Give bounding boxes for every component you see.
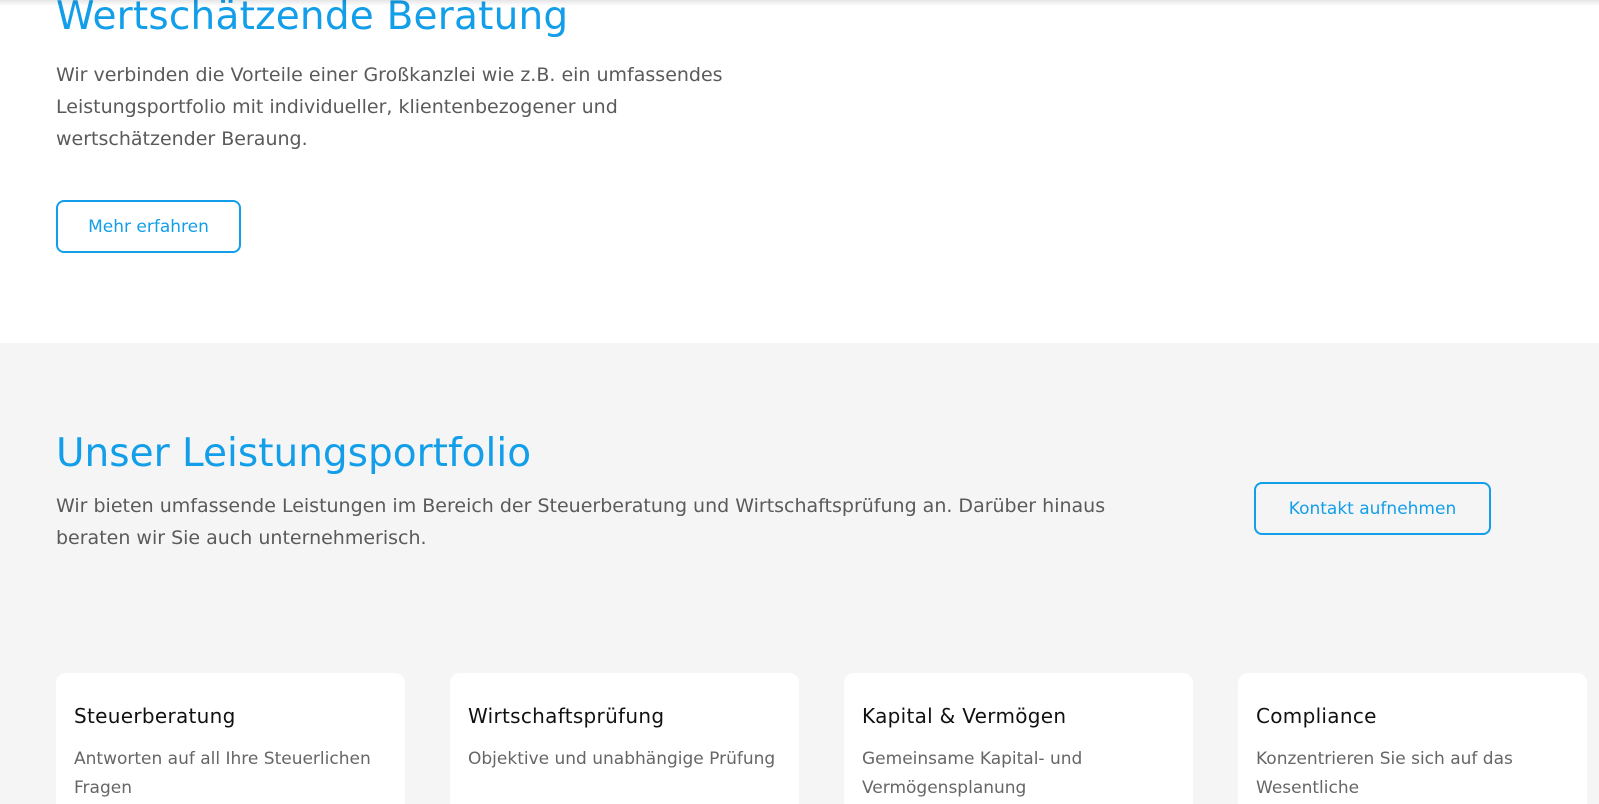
service-card-wirtschaftspruefung[interactable]: Wirtschaftsprüfung Objektive und unabhän…: [450, 673, 799, 804]
service-card-text: Antworten auf all Ihre Steuerlichen Frag…: [74, 749, 371, 798]
service-card-title: Wirtschaftsprüfung: [468, 704, 665, 728]
service-card-text: Objektive und unabhängige Prüfung: [468, 749, 776, 769]
service-card-text: Gemeinsame Kapital- und Vermögensplanung: [862, 749, 1083, 798]
portfolio-section: Unser Leistungsportfolio Wir bieten umfa…: [0, 343, 1599, 804]
hero-description: Wir verbinden die Vorteile einer Großkan…: [56, 64, 723, 150]
portfolio-title: Unser Leistungsportfolio: [56, 431, 532, 476]
service-card-title: Kapital & Vermögen: [862, 704, 1067, 728]
service-card-compliance[interactable]: Compliance Konzentrieren Sie sich auf da…: [1238, 673, 1587, 804]
service-card-steuerberatung[interactable]: Steuerberatung Antworten auf all Ihre St…: [56, 673, 405, 804]
contact-button[interactable]: Kontakt aufnehmen: [1254, 482, 1491, 535]
service-card-text: Konzentrieren Sie sich auf das Wesentlic…: [1256, 749, 1513, 798]
service-card-title: Compliance: [1256, 704, 1377, 728]
hero-title: Wertschätzende Beratung: [56, 0, 569, 39]
service-card-title: Steuerberatung: [74, 704, 236, 728]
service-card-kapital-vermoegen[interactable]: Kapital & Vermögen Gemeinsame Kapital- u…: [844, 673, 1193, 804]
hero-section: Wertschätzende Beratung Wir verbinden di…: [0, 0, 1599, 343]
portfolio-description: Wir bieten umfassende Leistungen im Bere…: [56, 495, 1106, 549]
more-info-button[interactable]: Mehr erfahren: [56, 200, 241, 253]
header-shadow: [0, 0, 1599, 6]
